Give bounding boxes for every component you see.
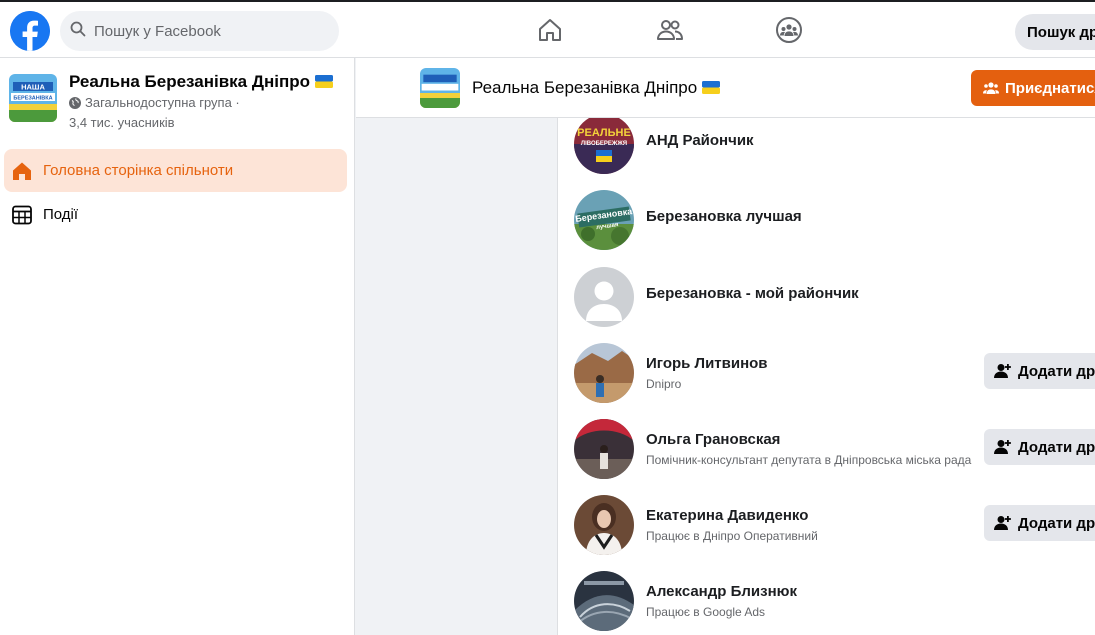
avatar[interactable]: РЕАЛЬНЕ ЛІВОБЕРЕЖЖЯ — [574, 118, 634, 174]
top-bar: Пошук др — [0, 0, 1095, 58]
add-friend-label: Додати дру — [1018, 362, 1095, 380]
member-name[interactable]: Ольга Грановская — [646, 431, 780, 448]
member-subtitle: Помічник-консультант депутата в Дніпровс… — [646, 453, 972, 467]
members-panel: РЕАЛЬНЕ ЛІВОБЕРЕЖЖЯ АНД Райончик Березан… — [557, 118, 1095, 635]
friends-nav-icon[interactable] — [654, 14, 686, 46]
list-item: Александр Близнюк Працює в Google Ads — [574, 571, 1095, 633]
member-subtitle: Працює в Дніпро Оперативний — [646, 529, 818, 543]
avatar[interactable] — [574, 419, 634, 479]
groups-nav-icon[interactable] — [773, 14, 805, 46]
avatar[interactable] — [574, 343, 634, 403]
facebook-logo-icon[interactable] — [10, 11, 50, 51]
list-item: Ольга Грановская Помічник-консультант де… — [574, 419, 1095, 481]
member-name[interactable]: Березановка лучшая — [646, 208, 802, 225]
sidebar-item-events[interactable]: Події — [4, 193, 347, 236]
avatar[interactable] — [574, 571, 634, 631]
sidebar-item-label: Події — [43, 206, 79, 223]
calendar-icon — [10, 203, 34, 227]
add-friend-label: Додати дру — [1018, 438, 1095, 456]
list-item: Березановка - мой райончик — [574, 267, 1095, 329]
sidebar-item-label: Головна сторінка спільноти — [43, 162, 234, 179]
group-thumbnail[interactable]: НАША БЕРЕЗАНІВКА — [9, 74, 57, 122]
ukraine-flag-icon — [314, 72, 333, 91]
home-nav-icon[interactable] — [534, 14, 566, 46]
ukraine-flag-icon — [701, 78, 720, 97]
group-title[interactable]: Реальна Березанівка Дніпро — [69, 72, 333, 92]
thumb-text-bottom: БЕРЕЗАНІВКА — [13, 96, 52, 102]
group-bar-thumbnail[interactable] — [420, 68, 460, 108]
avatar-text-top: РЕАЛЬНЕ — [577, 127, 631, 139]
add-friend-icon — [994, 440, 1011, 454]
group-privacy-text: Загальнодоступна група · — [85, 95, 240, 110]
globe-icon — [69, 96, 81, 109]
add-friend-label: Додати дру — [1018, 514, 1095, 532]
member-subtitle: Працює в Google Ads — [646, 605, 766, 619]
group-bar-title[interactable]: Реальна Березанівка Дніпро — [472, 78, 720, 98]
group-sticky-header: Реальна Березанівка Дніпро Приєднатися — [356, 58, 1095, 118]
group-privacy: Загальнодоступна група · — [69, 95, 240, 110]
group-members-count[interactable]: 3,4 тис. учасників — [69, 115, 175, 130]
add-friend-icon — [994, 364, 1011, 378]
member-name[interactable]: Игорь Литвинов — [646, 355, 768, 372]
member-name[interactable]: АНД Райончик — [646, 132, 754, 149]
search-friends-button[interactable]: Пошук др — [1015, 14, 1095, 50]
add-friend-button[interactable]: Додати дру — [984, 429, 1095, 465]
join-button-label: Приєднатися — [1005, 79, 1095, 97]
avatar[interactable] — [574, 495, 634, 555]
add-friend-icon — [994, 516, 1011, 530]
member-name[interactable]: Березановка - мой райончик — [646, 285, 859, 302]
member-name[interactable]: Александр Близнюк — [646, 583, 797, 600]
list-item: Игорь Литвинов Dnipro Додати дру — [574, 343, 1095, 405]
add-friend-button[interactable]: Додати дру — [984, 505, 1095, 541]
search-box[interactable] — [60, 11, 339, 51]
search-input[interactable] — [92, 21, 316, 41]
group-name-text: Реальна Березанівка Дніпро — [69, 72, 310, 91]
list-item: РЕАЛЬНЕ ЛІВОБЕРЕЖЖЯ АНД Райончик — [574, 118, 1095, 176]
people-icon — [983, 81, 999, 95]
list-item: Березановка лучшая Березановка лучшая — [574, 190, 1095, 252]
group-bar-name-text: Реальна Березанівка Дніпро — [472, 78, 698, 97]
avatar[interactable] — [574, 267, 634, 327]
join-group-button[interactable]: Приєднатися — [971, 70, 1095, 106]
left-sidebar: НАША БЕРЕЗАНІВКА Реальна Березанівка Дні… — [0, 58, 355, 635]
add-friend-button[interactable]: Додати дру — [984, 353, 1095, 389]
search-icon — [70, 21, 86, 42]
member-subtitle: Dnipro — [646, 377, 682, 391]
list-item: Екатерина Давиденко Працює в Дніпро Опер… — [574, 495, 1095, 557]
home-icon — [10, 159, 34, 183]
thumb-text-top: НАША — [21, 83, 45, 92]
member-name[interactable]: Екатерина Давиденко — [646, 507, 808, 524]
avatar-text-bottom: ЛІВОБЕРЕЖЖЯ — [581, 141, 627, 147]
avatar[interactable]: Березановка лучшая — [574, 190, 634, 250]
sidebar-item-community-home[interactable]: Головна сторінка спільноти — [4, 149, 347, 192]
